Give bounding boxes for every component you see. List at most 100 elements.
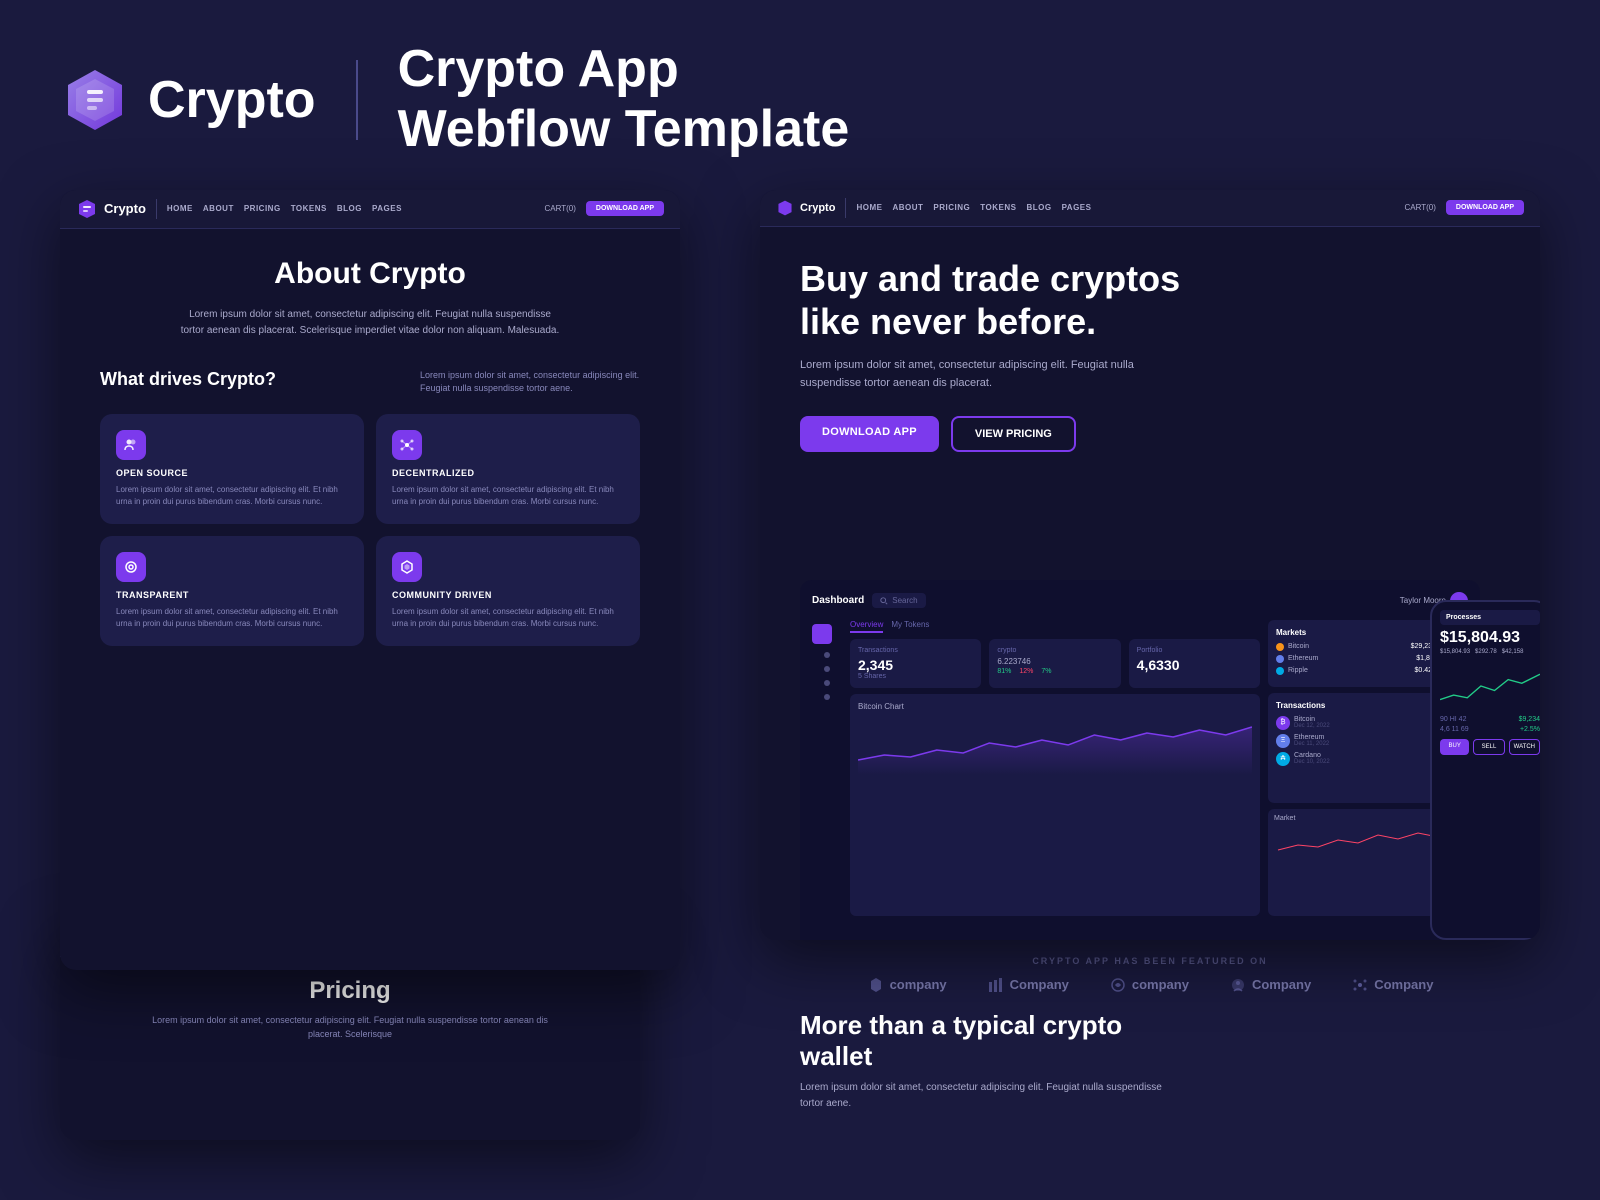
phone-section-title: Processes [1440, 610, 1540, 625]
hero-pricing-button[interactable]: VIEW PRICING [951, 416, 1076, 452]
nav-logo-icon [76, 198, 98, 220]
stats-row: Transactions 2,345 5 Shares crypto 6.223… [850, 639, 1260, 688]
stat-pct1: 81% [997, 668, 1011, 675]
feature-title-opensource: OPEN SOURCE [116, 468, 348, 478]
nav-about[interactable]: ABOUT [203, 204, 234, 213]
header-title-line1: Crypto App [398, 40, 850, 100]
about-mockup: Crypto HOME ABOUT PRICING TOKENS BLOG PA… [60, 190, 680, 970]
hero-nav-divider [845, 198, 846, 218]
header-title-line2: Webflow Template [398, 100, 850, 160]
nav-download-about[interactable]: DOWNLOAD APP [586, 201, 664, 216]
company-name-1: company [890, 977, 947, 992]
hero-description: Lorem ipsum dolor sit amet, consectetur … [800, 357, 1180, 392]
featured-section: CRYPTO APP HAS BEEN FEATURED ON company … [760, 940, 1540, 1002]
logo-icon [60, 65, 130, 135]
feature-title-transparent: TRANSPARENT [116, 590, 348, 600]
feature-decentralized: DECENTRALIZED Lorem ipsum dolor sit amet… [376, 414, 640, 524]
dashboard-title: Dashboard [812, 595, 864, 606]
company-1: company [867, 976, 947, 994]
hero-download-btn[interactable]: DOWNLOAD APP [1446, 200, 1524, 215]
tx-date-1: Dec 12, 2022 [1294, 723, 1427, 729]
hero-nav-logo-text: Crypto [800, 202, 835, 214]
wallet-title: More than a typical crypto wallet [800, 1010, 1200, 1072]
hero-nav-cart[interactable]: CART(0) [1405, 203, 1436, 212]
feature-open-source: OPEN SOURCE Lorem ipsum dolor sit amet, … [100, 414, 364, 524]
nav-links-about: HOME ABOUT PRICING TOKENS BLOG PAGES [167, 204, 402, 213]
phone-sell-btn[interactable]: SELL [1473, 739, 1504, 755]
chart-area: Bitcoin Chart [850, 694, 1260, 916]
sidebar-icon-3[interactable] [824, 680, 830, 686]
pricing-title: Pricing [90, 977, 610, 1005]
feature-desc-transparent: Lorem ipsum dolor sit amet, consectetur … [116, 606, 348, 630]
dashboard-header: Dashboard Search Taylor Moore [812, 592, 1468, 610]
hero-headline: Buy and trade cryptos like never before. [800, 257, 1220, 343]
tx-date-2: Dec 11, 2022 [1294, 741, 1428, 747]
nav-tokens[interactable]: TOKENS [291, 204, 327, 213]
stat-pct2: 12% [1019, 668, 1033, 675]
stat-crypto-value: 6.223746 [997, 657, 1112, 666]
tx-info-3: Cardano Dec 10, 2022 [1294, 752, 1431, 765]
main-content: Crypto HOME ABOUT PRICING TOKENS BLOG PA… [0, 190, 1600, 1160]
sidebar-icon-dashboard[interactable] [812, 624, 832, 644]
nav-pricing[interactable]: PRICING [244, 204, 281, 213]
nav-divider [156, 199, 157, 219]
hero-download-button[interactable]: DOWNLOAD APP [800, 416, 939, 452]
tx-date-3: Dec 10, 2022 [1294, 759, 1431, 765]
pricing-content: Pricing Lorem ipsum dolor sit amet, cons… [60, 957, 640, 1062]
company-name-5: Company [1374, 977, 1433, 992]
phone-watch-btn[interactable]: WATCH [1509, 739, 1540, 755]
phone-mockup: Processes $15,804.93 $15,804.93 $292.78 … [1430, 600, 1540, 940]
sidebar-icon-4[interactable] [824, 694, 830, 700]
tab-overview[interactable]: Overview [850, 620, 883, 633]
hnav-home[interactable]: HOME [856, 203, 882, 212]
sidebar-icon-1[interactable] [824, 652, 830, 658]
phone-sub: $15,804.93 $292.78 $42,158 [1440, 649, 1540, 655]
feature-transparent: TRANSPARENT Lorem ipsum dolor sit amet, … [100, 536, 364, 646]
about-title: About Crypto [100, 257, 640, 291]
dashboard-search[interactable]: Search [872, 593, 925, 608]
feature-icon-opensource [116, 430, 146, 460]
phone-val-2: +2.5% [1520, 726, 1540, 733]
stat-crypto-label: crypto [997, 647, 1112, 654]
company-name-3: company [1132, 977, 1189, 992]
hnav-tokens[interactable]: TOKENS [980, 203, 1016, 212]
hnav-pages[interactable]: PAGES [1062, 203, 1092, 212]
hnav-blog[interactable]: BLOG [1026, 203, 1051, 212]
nav-logo-text-about: Crypto [104, 201, 146, 216]
wallet-desc: Lorem ipsum dolor sit amet, consectetur … [800, 1080, 1180, 1112]
feature-desc-opensource: Lorem ipsum dolor sit amet, consectetur … [116, 484, 348, 508]
drives-title: What drives Crypto? [100, 369, 276, 390]
header-divider [356, 60, 358, 140]
hero-text: Buy and trade cryptos like never before.… [760, 227, 1540, 453]
sidebar-icon-2[interactable] [824, 666, 830, 672]
header-title: Crypto App Webflow Template [398, 40, 850, 160]
stat-transactions: Transactions 2,345 5 Shares [850, 639, 981, 688]
dashboard-sidebar [812, 620, 842, 916]
stat-portfolio: Portfolio 4,6330 [1129, 639, 1260, 688]
nav-cart-about[interactable]: CART(0) [545, 204, 576, 213]
stat-shares: 5 Shares [858, 673, 973, 680]
stat-portfolio-value: 4,6330 [1137, 657, 1252, 673]
header-logo-text: Crypto [148, 70, 316, 130]
search-placeholder: Search [892, 596, 917, 605]
feature-desc-community: Lorem ipsum dolor sit amet, consectetur … [392, 606, 624, 630]
phone-val-1: $9,234 [1519, 716, 1540, 723]
wallet-section: More than a typical crypto wallet Lorem … [760, 1010, 1540, 1112]
dashboard-tabs: Overview My Tokens [850, 620, 1260, 633]
dashboard-mockup: Dashboard Search Taylor Moore [800, 580, 1480, 940]
btc-name: Bitcoin [1288, 643, 1407, 650]
nav-pages[interactable]: PAGES [372, 204, 402, 213]
tx-info-2: Ethereum Dec 11, 2022 [1294, 734, 1428, 747]
bitcoin-chart [858, 715, 1252, 775]
phone-buy-btn[interactable]: BUY [1440, 739, 1469, 755]
hnav-pricing[interactable]: PRICING [933, 203, 970, 212]
nav-blog[interactable]: BLOG [337, 204, 362, 213]
tx-name-1: Bitcoin [1294, 716, 1427, 723]
tx-icon-3: ₳ [1276, 752, 1290, 766]
nav-home[interactable]: HOME [167, 204, 193, 213]
tab-my-tokens[interactable]: My Tokens [891, 620, 929, 633]
hnav-about[interactable]: ABOUT [892, 203, 923, 212]
features-grid: OPEN SOURCE Lorem ipsum dolor sit amet, … [100, 414, 640, 646]
phone-row-1: 90 HI 42 $9,234 [1440, 716, 1540, 723]
feature-title-decentralized: DECENTRALIZED [392, 468, 624, 478]
